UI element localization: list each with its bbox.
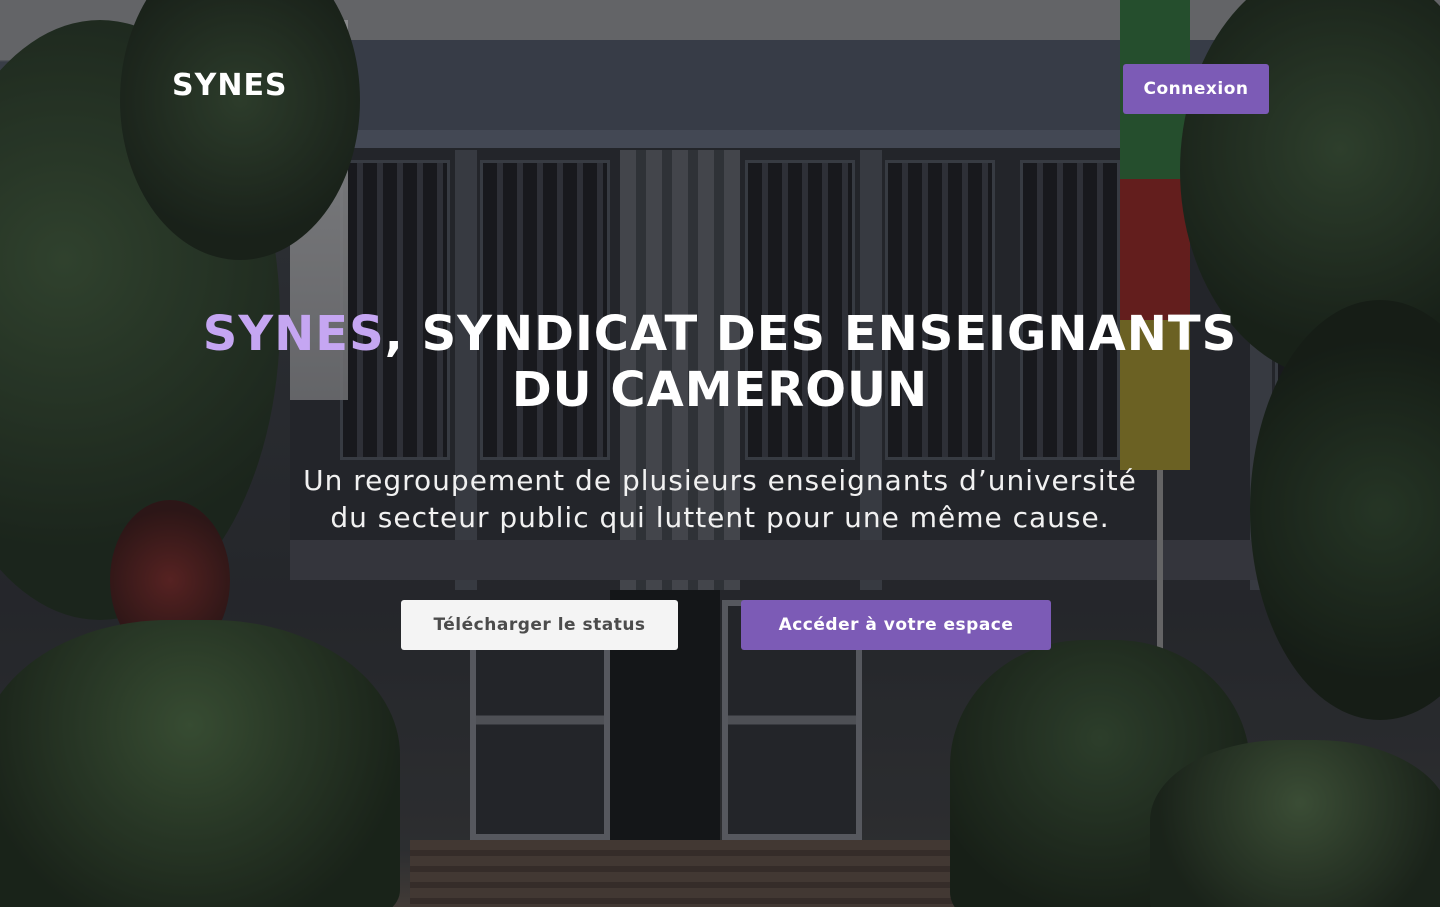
title-line2: DU CAMEROUN [511,362,929,418]
page-title: SYNES, SYNDICAT DES ENSEIGNANTS DU CAMER… [170,306,1270,418]
title-rest-line1: , SYNDICAT DES ENSEIGNANTS [384,306,1238,362]
hero-subtitle: Un regroupement de plusieurs enseignants… [220,462,1220,536]
access-space-button[interactable]: Accéder à votre espace [741,600,1051,650]
site-logo[interactable]: SYNES [172,68,288,103]
subtitle-line1: Un regroupement de plusieurs enseignants… [303,464,1137,497]
subtitle-line2: du secteur public qui luttent pour une m… [330,501,1110,534]
login-button[interactable]: Connexion [1123,64,1269,114]
hero-section: SYNES Connexion SYNES, SYNDICAT DES ENSE… [0,0,1440,907]
download-status-button[interactable]: Télécharger le status [401,600,678,650]
title-accent: SYNES [202,306,385,362]
